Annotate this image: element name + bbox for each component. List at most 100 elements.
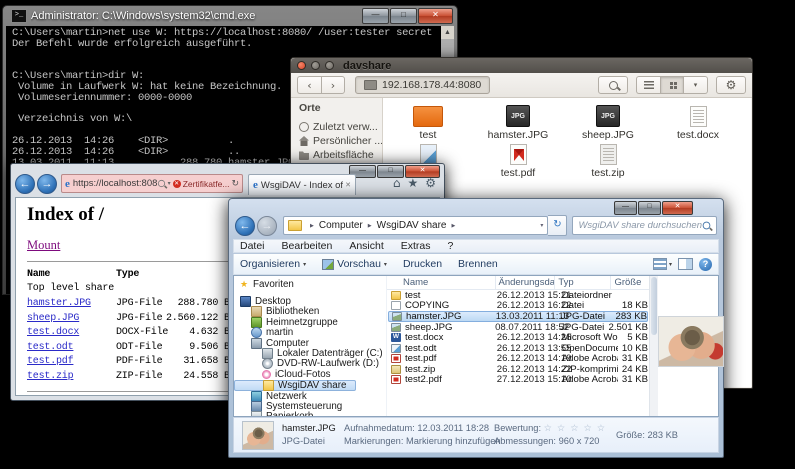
chevron-down-icon[interactable]: ▾ [540, 222, 543, 229]
file-link[interactable]: hamster.JPG [27, 298, 116, 309]
file-row[interactable]: sheep.JPG 08.07.2011 18:52 JPG-Datei 2.5… [388, 322, 648, 332]
close-button[interactable] [297, 61, 306, 70]
print-button[interactable]: Drucken [403, 258, 442, 270]
tree-item[interactable]: Favoriten [234, 279, 386, 289]
tree-item[interactable]: Desktop [234, 296, 386, 306]
file-item[interactable]: test.pdf [473, 143, 563, 181]
menu-item[interactable]: Extras [401, 240, 431, 252]
column-type[interactable]: Typ [555, 276, 611, 289]
file-row[interactable]: test.pdf 26.12.2013 14:19 Adobe Acrobat … [388, 354, 648, 364]
file-link[interactable]: test.odt [27, 342, 116, 353]
help-button[interactable]: ? [699, 258, 712, 271]
file-row[interactable]: test2.pdf 27.12.2013 15:10 Adobe Acrobat… [388, 374, 648, 384]
vertical-scrollbar[interactable] [649, 276, 658, 416]
menu-item[interactable]: Datei [240, 240, 265, 252]
refresh-button[interactable]: ↻ [548, 215, 567, 236]
address-bar[interactable]: e https://localhost:8080/ ▾ ✕ Zertifikat… [61, 174, 243, 193]
tree-item[interactable]: DVD-RW-Laufwerk (D:) [234, 359, 386, 369]
forward-button[interactable]: → [257, 216, 277, 236]
tree-item[interactable]: Bibliotheken [234, 307, 386, 317]
favorites-star-icon[interactable]: ★ [407, 176, 418, 190]
search-box[interactable]: WsgiDAV share durchsuchen [572, 216, 717, 235]
view-options-button[interactable]: ▾ [684, 76, 708, 94]
certificate-error-text[interactable]: Zertifikatfe... [183, 179, 230, 189]
tree-item[interactable]: Computer [234, 338, 386, 348]
sidebar-place-item[interactable]: Persönlicher ... [299, 134, 382, 148]
preview-button[interactable]: Vorschau▾ [322, 258, 387, 270]
tree-item[interactable]: Lokaler Datenträger (C:) [234, 348, 386, 358]
tools-gear-icon[interactable]: ⚙ [425, 176, 436, 190]
back-button[interactable]: ‹ [297, 76, 321, 94]
minimize-button[interactable] [311, 61, 320, 70]
minimize-button[interactable]: — [362, 8, 389, 24]
nautilus-titlebar[interactable]: davshare [291, 58, 752, 73]
close-button[interactable]: ✕ [662, 201, 693, 215]
minimize-button[interactable]: — [614, 201, 637, 215]
file-row[interactable]: COPYING 26.12.2013 16:22 Datei 18 KB [388, 300, 648, 310]
scrollbar-thumb[interactable] [651, 277, 657, 335]
address-breadcrumb-button[interactable]: 192.168.178.44:8080 [355, 76, 490, 94]
menu-item[interactable]: Bearbeiten [282, 240, 333, 252]
settings-button[interactable]: ⚙ [716, 76, 746, 94]
breadcrumb-segment[interactable]: Computer [305, 220, 363, 231]
details-tags[interactable]: Markierungen: Markierung hinzufügen [344, 435, 494, 448]
file-link[interactable]: sheep.JPG [27, 313, 116, 324]
breadcrumb-segment[interactable]: WsgiDAV share [363, 220, 447, 231]
file-link[interactable]: test.docx [27, 327, 116, 338]
forward-button[interactable]: › [321, 76, 345, 94]
column-name[interactable]: Name [387, 276, 496, 289]
file-item[interactable]: JPG hamster.JPG [473, 105, 563, 143]
file-row[interactable]: test.odt 26.12.2013 13:55 OpenDocument T… [388, 343, 648, 353]
tree-item[interactable]: iCloud-Fotos [234, 369, 386, 379]
maximize-button[interactable]: □ [390, 8, 417, 24]
menu-item[interactable]: Ansicht [349, 240, 383, 252]
burn-button[interactable]: Brennen [458, 258, 498, 270]
file-link[interactable]: test.zip [27, 371, 116, 382]
preview-pane-toggle[interactable] [678, 258, 693, 270]
back-button[interactable]: ← [15, 174, 35, 194]
file-item[interactable]: test.docx [653, 105, 743, 143]
file-item[interactable]: JPG sheep.JPG [563, 105, 653, 143]
url-text[interactable]: https://localhost:8080/ [73, 178, 157, 189]
home-icon[interactable]: ⌂ [393, 176, 401, 190]
file-row[interactable]: test 26.12.2013 15:21 Dateiordner [388, 290, 648, 300]
tree-item[interactable]: martin [234, 328, 386, 338]
list-view-button[interactable] [636, 76, 660, 94]
file-row[interactable]: hamster.JPG 13.03.2011 11:13 JPG-Datei 2… [388, 311, 648, 323]
file-item[interactable]: test.zip [563, 143, 653, 181]
tree-item[interactable]: WsgiDAV share [234, 380, 356, 391]
certificate-error-icon[interactable]: ✕ [173, 180, 181, 188]
column-size[interactable]: Größe [611, 276, 649, 289]
change-view-button[interactable]: ▾ [653, 258, 672, 270]
tree-item[interactable]: Heimnetzgruppe [234, 317, 386, 327]
scroll-up-icon[interactable]: ▲ [441, 26, 454, 39]
menu-item[interactable]: ? [448, 240, 454, 252]
sidebar-place-item[interactable]: Zuletzt verw... [299, 120, 382, 134]
tree-item[interactable]: Systemsteuerung [234, 401, 386, 411]
chevron-down-icon[interactable]: ▾ [168, 180, 171, 187]
browser-tab[interactable]: e WsgiDAV - Index of / ✕ [248, 174, 356, 195]
forward-button[interactable]: → [37, 174, 57, 194]
address-breadcrumb-bar[interactable]: ComputerWsgiDAV share ▾ [283, 216, 548, 235]
maximize-button[interactable] [325, 61, 334, 70]
maximize-button[interactable]: □ [638, 201, 661, 215]
file-row[interactable]: test.docx 26.12.2013 14:26 Microsoft Wor… [388, 333, 648, 343]
search-icon[interactable] [158, 180, 165, 187]
organize-button[interactable]: Organisieren▾ [240, 258, 306, 270]
cmd-titlebar[interactable]: >_ Administrator: C:\Windows\system32\cm… [3, 6, 457, 26]
tree-item[interactable]: Netzwerk [234, 391, 386, 401]
grid-view-button[interactable] [660, 76, 684, 94]
rating-stars-icon[interactable]: ☆ ☆ ☆ ☆ ☆ [544, 423, 607, 434]
column-date[interactable]: Änderungsdatum [496, 276, 556, 289]
tab-close-icon[interactable]: ✕ [345, 181, 351, 189]
file-link[interactable]: test.pdf [27, 356, 116, 367]
sidebar-place-item[interactable]: Arbeitsfläche [299, 148, 382, 162]
file-item[interactable]: test [383, 105, 473, 143]
back-button[interactable]: ← [235, 216, 255, 236]
tree-item[interactable]: Papierkorb [234, 412, 386, 416]
file-row[interactable]: test.zip 26.12.2013 14:22 ZIP-komprimier… [388, 364, 648, 374]
mount-link[interactable]: Mount [27, 238, 60, 252]
refresh-icon[interactable]: ↻ [231, 179, 239, 189]
search-button[interactable] [598, 76, 628, 94]
close-button[interactable]: ✕ [418, 8, 453, 24]
